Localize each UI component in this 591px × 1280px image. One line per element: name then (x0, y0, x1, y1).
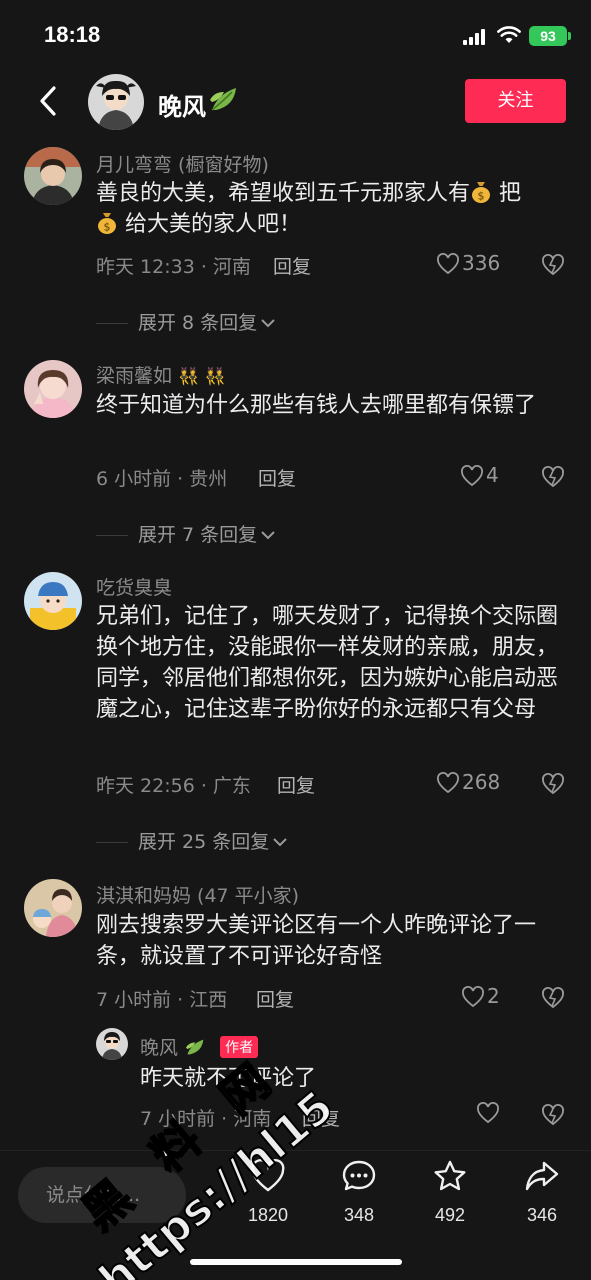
divider-line (96, 323, 128, 324)
heart-outline-icon (461, 465, 483, 487)
comment-author[interactable]: 梁雨馨如 👯 👯 (96, 361, 226, 388)
money-bag-icon: $ (472, 182, 491, 203)
author-badge: 作者 (220, 1036, 259, 1058)
comment-like[interactable]: 336 (436, 251, 500, 275)
comment-bubble-icon (342, 1160, 376, 1191)
battery-icon: 93 (529, 26, 567, 46)
leaf-icon (186, 1039, 204, 1055)
star-icon (434, 1160, 466, 1191)
follow-button[interactable]: 关注 (465, 79, 566, 123)
comment-text: 善良的大美，希望收到五千元那家人有 $ 把 $ 给大美的家人吧！ (96, 178, 566, 240)
back-icon[interactable] (34, 84, 64, 118)
chevron-down-icon (261, 319, 275, 328)
dislike-icon[interactable] (540, 1102, 566, 1126)
commenter-avatar[interactable] (24, 572, 82, 630)
comment-like[interactable]: 4 (460, 463, 499, 487)
heart-icon (251, 1159, 285, 1192)
heart-outline-icon[interactable] (476, 1102, 500, 1124)
heart-outline-icon (462, 986, 484, 1008)
like-count: 268 (462, 770, 501, 794)
comment-meta: 7 小时前 · 江西 (96, 989, 228, 1011)
comment-meta: 6 小时前 · 贵州 (96, 468, 228, 490)
comment-text: 兄弟们，记住了，哪天发财了，记得换个交际圈换个地方住，没能跟你一样发财的亲戚，朋… (96, 604, 559, 722)
comment-text-part: 给大美的家人吧！ (125, 212, 302, 237)
commenter-avatar[interactable] (24, 879, 82, 937)
reply-button[interactable]: 回复 (256, 985, 294, 1012)
commenter-avatar[interactable] (24, 360, 82, 418)
divider-line (96, 535, 128, 536)
reply-button[interactable]: 回复 (273, 252, 311, 279)
favorite-action[interactable]: 492 (418, 1159, 482, 1226)
dislike-icon[interactable] (540, 464, 566, 488)
comment-author[interactable]: 淇淇和妈妈 (47 平小家) (96, 881, 299, 908)
comment-like[interactable]: 268 (436, 770, 500, 794)
status-time: 18:18 (44, 22, 101, 47)
like-total: 1820 (247, 1205, 289, 1225)
dislike-icon[interactable] (540, 771, 566, 795)
heart-outline-icon (437, 772, 459, 794)
reply-button[interactable]: 回复 (277, 771, 315, 798)
profile-name: 晚风 (158, 93, 206, 121)
reply-author-name: 晚风 (140, 1037, 179, 1059)
expand-replies[interactable]: 展开 8 条回复 (96, 308, 276, 335)
chevron-down-icon (261, 531, 275, 540)
dislike-icon[interactable] (540, 252, 566, 276)
share-total: 346 (526, 1205, 558, 1225)
status-bar: 18:18 93 (0, 0, 591, 72)
money-bag-icon: $ (98, 213, 116, 234)
like-count: 2 (487, 984, 500, 1008)
profile-header: 晚风 关注 (0, 72, 591, 138)
comment-text: 终于知道为什么那些有钱人去哪里都有保镖了 (96, 393, 537, 418)
expand-replies-label: 展开 8 条回复 (138, 312, 258, 334)
expand-replies[interactable]: 展开 25 条回复 (96, 827, 288, 854)
share-arrow-icon (525, 1161, 559, 1191)
like-action[interactable]: 1820 (236, 1159, 300, 1226)
comment-action[interactable]: 348 (327, 1159, 391, 1226)
reply-button[interactable]: 回复 (258, 464, 296, 491)
comment-meta: 昨天 12:33 · 河南 (96, 256, 251, 278)
favorite-total: 492 (434, 1205, 466, 1225)
commenter-avatar[interactable] (24, 147, 82, 205)
like-count: 4 (486, 463, 499, 487)
comment-author-name: 梁雨馨如 (96, 365, 173, 387)
expand-replies-label: 展开 25 条回复 (138, 831, 270, 853)
reply-meta: 7 小时前 · 河南 (140, 1108, 272, 1130)
comment-text-part: 把 (499, 181, 522, 206)
chevron-down-icon (273, 838, 287, 847)
leaf-icon (210, 88, 236, 111)
expand-replies[interactable]: 展开 7 条回复 (96, 520, 276, 547)
comment-total: 348 (343, 1205, 375, 1225)
comment-meta: 昨天 22:56 · 广东 (96, 775, 251, 797)
cellular-signal-icon (463, 29, 489, 45)
reply-button[interactable]: 回复 (302, 1104, 340, 1131)
dislike-icon[interactable] (540, 985, 566, 1009)
battery-cap (568, 32, 571, 40)
reply-author[interactable]: 晚风 作者 (140, 1033, 259, 1060)
profile-avatar[interactable] (88, 74, 144, 130)
wifi-icon (497, 26, 521, 43)
comment-like[interactable]: 2 (461, 984, 500, 1008)
like-count: 336 (462, 251, 501, 275)
comment-text: 刚去搜索罗大美评论区有一个人昨晚评论了一条，就设置了不可评论好奇怪 (96, 913, 537, 969)
author-emoji: 👯 👯 (178, 367, 226, 387)
svg-text:$: $ (478, 190, 485, 203)
divider-line (96, 842, 128, 843)
comment-author[interactable]: 吃货臭臭 (96, 573, 172, 600)
comment-text-part: 善良的大美，希望收到五千元那家人有 (96, 181, 471, 206)
reply-text: 昨天就不可评论了 (140, 1066, 317, 1091)
share-action[interactable]: 346 (510, 1159, 574, 1226)
comment-author[interactable]: 月儿弯弯 (橱窗好物) (96, 150, 269, 177)
reply-author-avatar[interactable] (96, 1028, 128, 1060)
expand-replies-label: 展开 7 条回复 (138, 524, 258, 546)
home-indicator (190, 1259, 402, 1265)
svg-text:$: $ (104, 221, 111, 234)
heart-outline-icon (437, 253, 459, 275)
comment-input[interactable]: 说点什么... (18, 1167, 186, 1223)
